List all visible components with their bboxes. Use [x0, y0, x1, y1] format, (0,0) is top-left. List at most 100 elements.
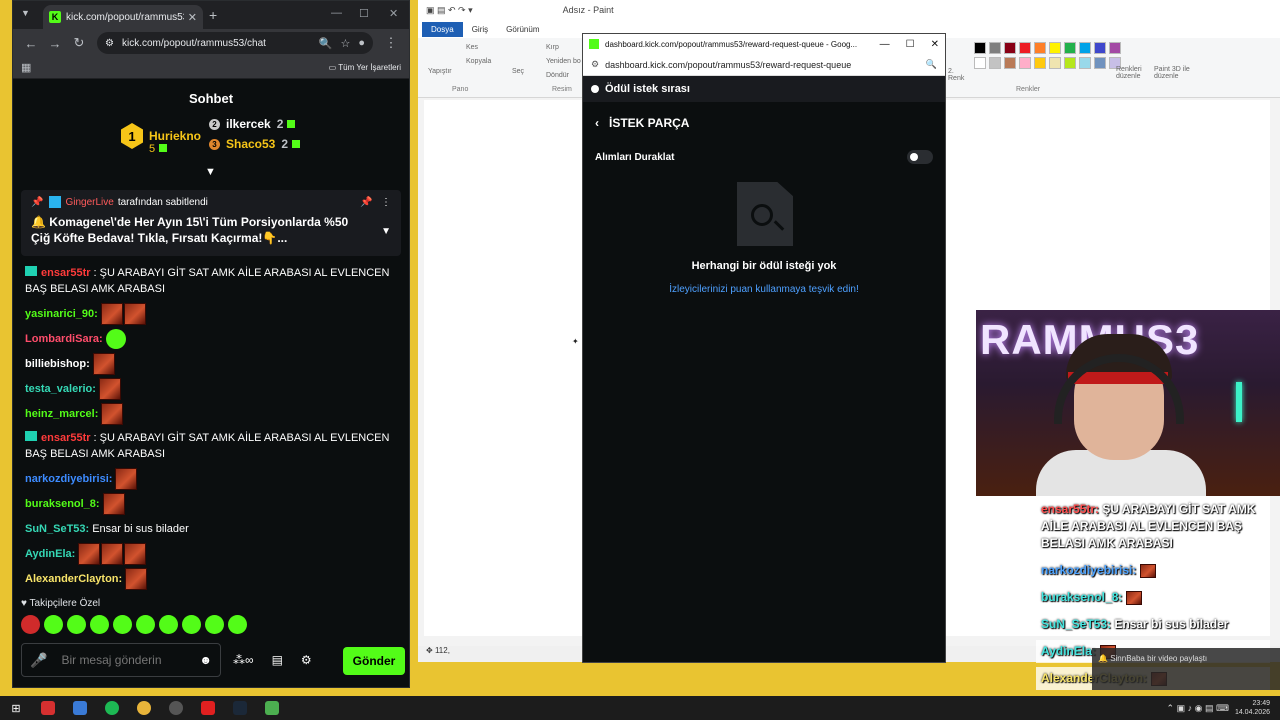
- emote-button[interactable]: [21, 615, 40, 634]
- chat-username[interactable]: SuN_SeT53:: [25, 521, 89, 537]
- color-swatch[interactable]: [1079, 42, 1091, 54]
- maximize-icon[interactable]: ☐: [359, 7, 369, 20]
- clock[interactable]: 23:49 14.04.2026: [1235, 699, 1270, 717]
- chat-message[interactable]: heinz_marcel:: [25, 401, 405, 426]
- zoom-icon[interactable]: 🔍: [926, 59, 937, 70]
- edit-colors-button[interactable]: Renkleri düzenle: [1116, 66, 1152, 80]
- pause-redemptions-toggle[interactable]: [907, 150, 933, 164]
- emote-button[interactable]: [182, 615, 201, 634]
- rotate-button[interactable]: Döndür: [546, 72, 569, 79]
- pinned-message[interactable]: 📌 GingerLive tarafından sabitlendi 📌 ⋮ 🔔…: [21, 190, 401, 256]
- chat-message[interactable]: narkozdiyebirisi:: [25, 466, 405, 491]
- tab-search-icon[interactable]: ▼: [21, 8, 30, 18]
- send-button[interactable]: Gönder: [343, 647, 405, 675]
- chat-username[interactable]: heinz_marcel:: [25, 406, 98, 422]
- taskbar-app[interactable]: [256, 696, 288, 720]
- site-info-icon[interactable]: ⚙: [105, 38, 114, 49]
- chat-message[interactable]: SuN_SeT53: Ensar bi sus bilader: [25, 516, 405, 541]
- color-swatch[interactable]: [1034, 57, 1046, 69]
- paint3d-button[interactable]: Paint 3D ile düzenle: [1154, 66, 1200, 80]
- profile-avatar-icon[interactable]: ●: [358, 37, 365, 49]
- color-swatch[interactable]: [1049, 42, 1061, 54]
- points-icon[interactable]: ⁂∞: [233, 653, 254, 667]
- back-to-request-button[interactable]: ‹ İSTEK PARÇA: [595, 116, 945, 130]
- copy-button[interactable]: Kopyala: [466, 58, 491, 65]
- color-swatch[interactable]: [1019, 57, 1031, 69]
- menu-icon[interactable]: ⋮: [379, 35, 403, 51]
- expand-pinned-icon[interactable]: ▼: [381, 226, 391, 237]
- chat-username[interactable]: buraksenol_8:: [25, 496, 100, 512]
- taskbar-app[interactable]: [64, 696, 96, 720]
- start-button[interactable]: ⊞: [0, 696, 32, 720]
- store-icon[interactable]: ▤: [272, 653, 283, 667]
- crop-button[interactable]: Kırp: [546, 44, 559, 51]
- color-swatch[interactable]: [989, 57, 1001, 69]
- color-swatch[interactable]: [974, 57, 986, 69]
- taskbar-app[interactable]: [32, 696, 64, 720]
- new-tab-icon[interactable]: +: [209, 7, 217, 23]
- taskbar-app[interactable]: [160, 696, 192, 720]
- minimize-icon[interactable]: —: [880, 39, 890, 50]
- leader-first[interactable]: 1 Huriekno 5: [121, 123, 201, 155]
- omnibox[interactable]: ⚙ kick.com/popout/rammus53/chat 🔍 ☆ ●: [97, 32, 373, 54]
- chat-message[interactable]: ensar55tr: ŞU ARABAYI GİT SAT AMK AİLE A…: [25, 261, 405, 301]
- emote-button[interactable]: [67, 615, 86, 634]
- color-swatch[interactable]: [1049, 57, 1061, 69]
- chat-message[interactable]: billiebishop:: [25, 351, 405, 376]
- zoom-icon[interactable]: 🔍: [319, 37, 333, 50]
- taskbar-app[interactable]: [96, 696, 128, 720]
- emote-button[interactable]: [228, 615, 247, 634]
- microphone-icon[interactable]: 🎤: [30, 652, 47, 669]
- resize-button[interactable]: Yeniden bo: [546, 58, 581, 65]
- ribbon-tab[interactable]: Dosya: [422, 21, 463, 37]
- chat-message[interactable]: AydinEla:: [25, 541, 405, 566]
- chat-username[interactable]: LombardiSara:: [25, 331, 103, 347]
- chat-message[interactable]: LombardiSara:: [25, 326, 405, 351]
- color-swatch[interactable]: [1109, 42, 1121, 54]
- tray-icons[interactable]: ⌃ ▣ ♪ ◉ ▤ ⌨: [1167, 703, 1229, 714]
- taskbar-app[interactable]: [224, 696, 256, 720]
- ribbon-tab[interactable]: Giriş: [463, 22, 497, 37]
- chat-username[interactable]: yasinarici_90:: [25, 306, 98, 322]
- chat-message[interactable]: testa_valerio:: [25, 376, 405, 401]
- color-swatch[interactable]: [1004, 57, 1016, 69]
- all-bookmarks-link[interactable]: ▭ Tüm Yer İşaretleri: [329, 63, 401, 72]
- color-swatch[interactable]: [1079, 57, 1091, 69]
- back-icon[interactable]: ←: [19, 36, 43, 51]
- taskbar-app[interactable]: [192, 696, 224, 720]
- select-button[interactable]: Seç: [512, 68, 524, 75]
- chat-username[interactable]: AydinEla:: [25, 546, 75, 562]
- chat-username[interactable]: testa_valerio:: [25, 381, 96, 397]
- leader-second[interactable]: 2 ilkercek 2: [209, 117, 296, 131]
- paste-button[interactable]: Yapıştır: [428, 68, 452, 75]
- unpin-icon[interactable]: 📌: [360, 197, 372, 208]
- emote-button[interactable]: [44, 615, 63, 634]
- color-swatch[interactable]: [1064, 42, 1076, 54]
- chat-username[interactable]: billiebishop:: [25, 356, 90, 372]
- maximize-icon[interactable]: ☐: [906, 39, 915, 50]
- cut-button[interactable]: Kes: [466, 44, 478, 51]
- close-window-icon[interactable]: ✕: [389, 7, 398, 20]
- apps-grid-icon[interactable]: ▦: [21, 61, 31, 74]
- emote-button[interactable]: [205, 615, 224, 634]
- color-swatch[interactable]: [1034, 42, 1046, 54]
- bookmark-star-icon[interactable]: ☆: [340, 37, 350, 50]
- emote-button[interactable]: [113, 615, 132, 634]
- emote-button[interactable]: [136, 615, 155, 634]
- emote-button[interactable]: [159, 615, 178, 634]
- forward-icon[interactable]: →: [43, 36, 67, 51]
- browser-tab[interactable]: K kick.com/popout/rammus53/ch ✕: [43, 5, 203, 29]
- chat-username[interactable]: ensar55tr: [41, 432, 91, 444]
- system-notification[interactable]: 🔔 SinnBaba bir video paylaştı: [1092, 648, 1280, 690]
- emote-button[interactable]: [90, 615, 109, 634]
- color-swatch[interactable]: [1019, 42, 1031, 54]
- color-swatch[interactable]: [974, 42, 986, 54]
- minimize-icon[interactable]: —: [331, 7, 342, 19]
- color-swatch[interactable]: [1094, 57, 1106, 69]
- chat-username[interactable]: narkozdiyebirisi:: [25, 471, 112, 487]
- chat-message-input[interactable]: [61, 653, 182, 667]
- site-info-icon[interactable]: ⚙: [591, 59, 599, 70]
- color-swatch[interactable]: [1004, 42, 1016, 54]
- more-options-icon[interactable]: ⋮: [381, 197, 391, 208]
- ribbon-tab[interactable]: Görünüm: [497, 22, 548, 37]
